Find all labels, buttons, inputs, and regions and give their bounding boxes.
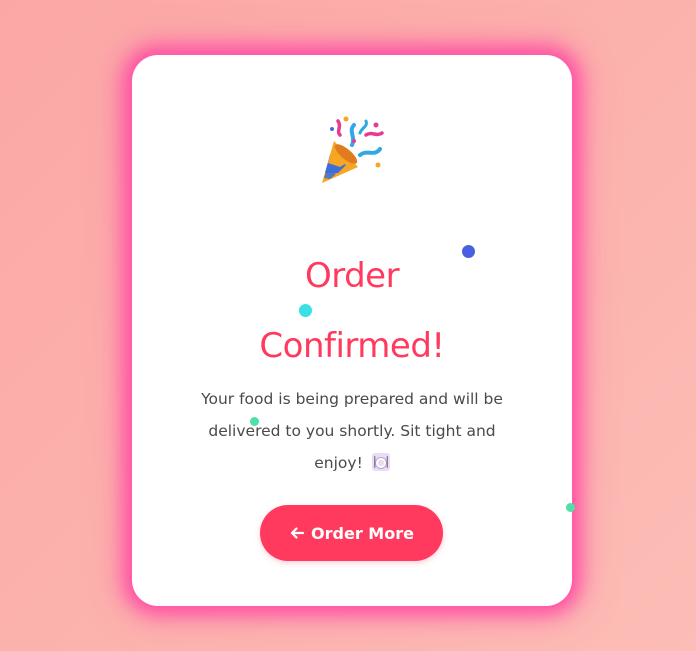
confetti-dot-blue bbox=[462, 245, 475, 258]
arrow-left-icon bbox=[290, 527, 305, 539]
confetti-dot-cyan bbox=[299, 304, 312, 317]
order-more-label: Order More bbox=[311, 523, 414, 543]
order-more-button[interactable]: Order More bbox=[260, 505, 443, 561]
confirmation-message: Your food is being prepared and will be … bbox=[182, 383, 522, 479]
confetti-dot-green-edge bbox=[566, 503, 575, 512]
message-text: Your food is being prepared and will be … bbox=[201, 390, 503, 472]
title-line-1: Order bbox=[304, 256, 400, 296]
party-popper-icon bbox=[322, 116, 384, 183]
title-line-2: Confirmed! bbox=[259, 326, 445, 366]
confetti-dot-green bbox=[250, 417, 259, 426]
page-title: Order Confirmed! bbox=[132, 241, 572, 381]
plate-cutlery-icon bbox=[371, 453, 390, 471]
order-confirmation-card: Order Confirmed! Your food is being prep… bbox=[132, 55, 572, 606]
